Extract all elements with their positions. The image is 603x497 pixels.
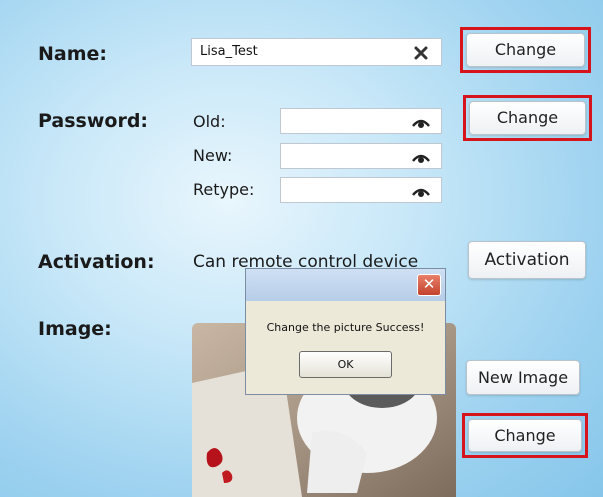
password-change-button[interactable]: Change	[469, 101, 586, 135]
activation-label: Activation:	[38, 251, 155, 273]
retype-password-field[interactable]	[280, 177, 442, 203]
old-password-label: Old:	[193, 112, 226, 131]
new-password-label: New:	[193, 146, 233, 165]
name-field[interactable]: Lisa_Test	[191, 38, 442, 66]
dialog-ok-button[interactable]: OK	[299, 351, 392, 378]
new-image-button[interactable]: New Image	[466, 360, 580, 395]
dialog-message: Change the picture Success!	[266, 321, 425, 334]
dialog-titlebar	[246, 269, 445, 301]
retype-password-label: Retype:	[193, 180, 255, 199]
name-change-button[interactable]: Change	[466, 33, 585, 67]
eye-icon[interactable]	[411, 114, 431, 128]
old-password-field[interactable]	[280, 108, 442, 134]
dialog-close-button[interactable]: ✕	[417, 274, 441, 296]
eye-icon[interactable]	[411, 149, 431, 163]
password-label: Password:	[38, 110, 149, 132]
activation-button[interactable]: Activation	[468, 241, 586, 279]
success-dialog: ✕ Change the picture Success! OK	[245, 268, 446, 395]
image-label: Image:	[38, 318, 112, 340]
close-icon[interactable]	[413, 45, 429, 61]
image-change-button[interactable]: Change	[468, 419, 582, 452]
eye-icon[interactable]	[411, 183, 431, 197]
new-password-field[interactable]	[280, 143, 442, 169]
name-value: Lisa_Test	[200, 44, 258, 59]
name-label: Name:	[38, 43, 108, 65]
